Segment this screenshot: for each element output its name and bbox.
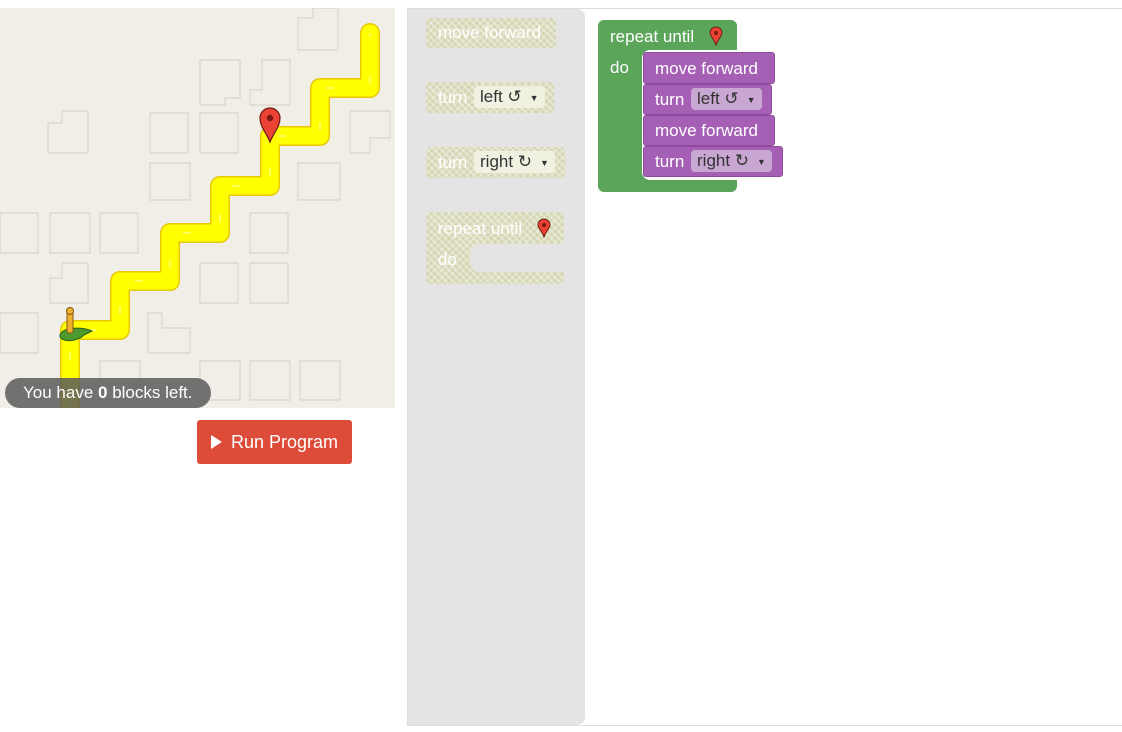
move-forward-block[interactable]: move forward (643, 115, 775, 146)
flyout-turn-right-dropdown[interactable]: right ↻ ▼ (474, 151, 555, 173)
run-program-label: Run Program (230, 431, 339, 452)
flyout-repeat-label: repeat until (438, 219, 523, 238)
dropdown-arrow-icon: ▼ (540, 157, 549, 168)
run-program-button[interactable]: Run Program (197, 420, 352, 464)
goal-marker-icon (709, 26, 723, 46)
flyout-turn-left-block[interactable]: turn left ↺ ▼ (426, 82, 554, 113)
maze-background (0, 8, 395, 408)
repeat-do-label: do (610, 58, 629, 77)
turn-left-dropdown[interactable]: left ↺ ▼ (691, 88, 762, 110)
turn-left-label: turn (655, 90, 685, 109)
capacity-suffix: blocks left. (107, 383, 193, 402)
turn-left-value: left ↺ (697, 89, 739, 108)
dropdown-arrow-icon: ▼ (529, 92, 539, 103)
turn-right-value: right ↻ (697, 151, 750, 170)
turn-left-block[interactable]: turn left ↺ ▼ (643, 84, 772, 115)
toolbox-flyout[interactable] (408, 9, 585, 725)
flyout-turn-right-value: right ↻ (480, 152, 533, 171)
flyout-do-slot (470, 244, 564, 272)
repeat-until-label: repeat until (610, 27, 695, 46)
turn-right-dropdown[interactable]: right ↻ ▼ (691, 150, 772, 172)
flyout-turn-left-value: left ↺ (480, 87, 522, 106)
turn-right-label: turn (655, 152, 685, 171)
flyout-move-forward-label: move forward (438, 23, 541, 42)
capacity-prefix: You have (23, 383, 98, 402)
flyout-turn-right-label: turn (438, 153, 468, 172)
flyout-turn-left-dropdown[interactable]: left ↺ ▼ (474, 86, 545, 108)
move-forward-label: move forward (655, 121, 758, 140)
flyout-repeat-until-block[interactable]: repeat until do (426, 212, 564, 284)
flyout-move-forward-block[interactable]: move forward (426, 18, 556, 48)
flyout-turn-left-label: turn (438, 88, 468, 107)
dropdown-arrow-icon: ▼ (757, 156, 766, 167)
maze-svg (0, 8, 395, 408)
play-icon (210, 435, 222, 449)
move-forward-label: move forward (655, 59, 758, 78)
flyout-turn-right-block[interactable]: turn right ↻ ▼ (426, 147, 565, 178)
flyout-do-label: do (438, 250, 457, 269)
move-forward-block[interactable]: move forward (643, 52, 775, 84)
maze-view: You have 0 blocks left. (0, 8, 395, 408)
dropdown-arrow-icon: ▼ (746, 94, 756, 105)
goal-marker-icon (537, 218, 551, 238)
blocks-remaining-bubble: You have 0 blocks left. (5, 378, 211, 408)
turn-right-block[interactable]: turn right ↻ ▼ (643, 146, 783, 177)
